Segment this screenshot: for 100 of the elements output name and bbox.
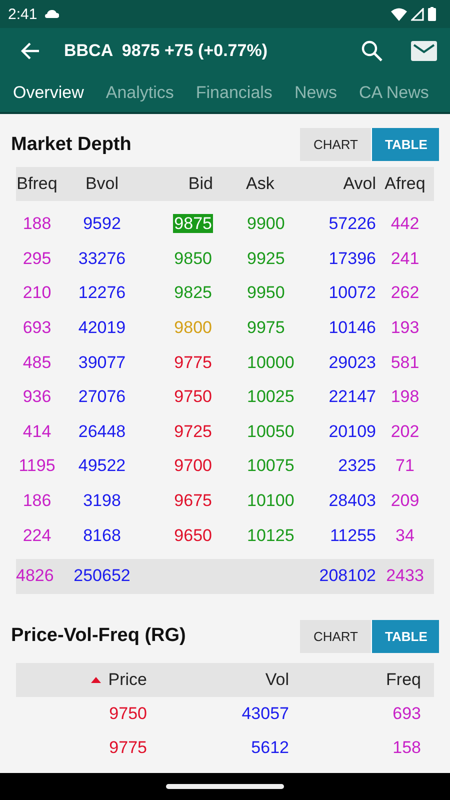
table-cell-text: 20109 — [328, 422, 376, 442]
table-cell: 10075 — [246, 456, 296, 476]
search-icon[interactable] — [361, 40, 383, 62]
table-cell: 9800 — [173, 318, 213, 338]
column-header: Bfreq — [16, 174, 58, 194]
column-header: Ask — [245, 174, 276, 194]
view-toggle-button[interactable]: TABLE — [371, 128, 439, 161]
table-cell-text: 208102 — [318, 566, 376, 586]
table-cell-text: 22147 — [328, 387, 376, 408]
table-cell-text: 485 — [22, 352, 52, 373]
home-handle[interactable] — [166, 784, 284, 789]
table-cell: 9725 — [173, 422, 213, 441]
table-cell-text: 4826 — [16, 566, 55, 586]
table-cell-text: 414 — [22, 422, 52, 442]
column-header[interactable]: Freq — [386, 670, 421, 690]
view-toggle-button[interactable]: TABLE — [371, 620, 439, 653]
table-cell: 9975 — [246, 318, 286, 338]
table-cell-text: 2433 — [385, 566, 425, 586]
table-cell-text: 10146 — [328, 318, 376, 338]
column-header: Bvol — [84, 174, 120, 194]
table-cell: 9875 — [173, 214, 213, 234]
table-cell: 9925 — [246, 248, 286, 268]
column-header: Bid — [187, 174, 213, 194]
table-cell-text: 10072 — [328, 283, 376, 304]
table-cell-text: 29023 — [328, 352, 376, 373]
view-toggle-button[interactable]: CHART — [300, 620, 371, 653]
tab[interactable]: Analytics — [94, 83, 185, 103]
section-title: Market Depth — [11, 134, 132, 156]
table-cell-text: 57226 — [328, 214, 376, 234]
table-cell: 5612 — [251, 738, 289, 758]
table-cell-text: 241 — [390, 248, 420, 269]
table-cell-text: 202 — [390, 422, 420, 442]
table-cell: 693 — [392, 704, 421, 724]
view-toggle-button[interactable]: CHART — [300, 128, 371, 161]
tab[interactable]: CA News — [348, 83, 440, 103]
table-cell: 9900 — [246, 214, 286, 234]
tab[interactable]: Overview — [0, 83, 95, 103]
cloud-icon — [45, 10, 60, 18]
back-arrow-icon[interactable] — [20, 42, 40, 60]
table-cell-text: 9592 — [82, 214, 122, 234]
table-cell-text: 11255 — [328, 526, 376, 546]
table-cell-text: 250652 — [72, 566, 132, 586]
table-cell-text: 27076 — [77, 387, 127, 408]
table-cell-text: 581 — [390, 352, 420, 373]
table-cell: 9850 — [173, 248, 213, 268]
table-cell: 9700 — [173, 456, 213, 476]
mail-icon[interactable] — [411, 41, 437, 61]
table-cell-text: 209 — [390, 491, 420, 512]
column-header[interactable]: Vol — [265, 670, 289, 690]
table-cell-text: 193 — [390, 318, 420, 338]
table-cell-text: 198 — [390, 387, 420, 408]
wifi-icon — [391, 8, 407, 20]
table-cell: 10025 — [246, 387, 296, 406]
tab[interactable]: News — [283, 83, 348, 103]
table-cell-text: 39077 — [77, 352, 127, 373]
clock: 2:41 — [8, 6, 38, 22]
table-cell: 10125 — [246, 526, 296, 545]
table-cell-text: 26448 — [77, 422, 127, 442]
table-cell: 9750 — [173, 387, 213, 406]
table-cell: 9775 — [109, 738, 147, 758]
table-cell-text: 442 — [390, 214, 420, 234]
signal-icon — [411, 8, 424, 20]
table-cell-text: 186 — [22, 491, 52, 512]
table-cell-text: 71 — [394, 456, 416, 476]
table-cell: 10000 — [246, 352, 296, 372]
table-cell: 158 — [392, 738, 421, 758]
stock-title: BBCA 9875 +75 (+0.77%) — [64, 41, 268, 61]
table-cell: 9650 — [173, 526, 213, 545]
table-cell: 9675 — [173, 491, 213, 510]
table-cell-text: 33276 — [77, 248, 127, 269]
table-cell-text: 8168 — [82, 526, 122, 546]
table-cell: 9750 — [109, 704, 147, 724]
table-cell-text: 12276 — [77, 283, 127, 304]
table-cell: 10100 — [246, 491, 296, 510]
column-header: Afreq — [384, 174, 426, 194]
table-cell-text: 693 — [22, 318, 52, 338]
column-header: Avol — [342, 174, 376, 194]
table-cell-text: 3198 — [82, 491, 122, 512]
table-cell-text: 188 — [22, 214, 52, 234]
table-cell: 9825 — [173, 283, 213, 302]
table-cell-text: 17396 — [328, 248, 376, 269]
table-cell: 9775 — [173, 352, 213, 372]
table-cell-text: 49522 — [77, 456, 127, 476]
table-cell: 10050 — [246, 422, 296, 441]
table-cell-text: 34 — [394, 526, 416, 546]
table-cell: 43057 — [242, 704, 289, 724]
column-header[interactable]: Price — [108, 670, 147, 690]
table-cell-text: 42019 — [77, 318, 127, 338]
table-cell-text: 936 — [22, 387, 52, 408]
tab[interactable]: Financials — [184, 83, 284, 103]
table-cell-text: 210 — [22, 283, 52, 304]
table-cell-text: 262 — [390, 283, 420, 304]
table-cell-text: 1195 — [18, 456, 56, 476]
table-cell-text: 295 — [22, 248, 52, 269]
section-title: Price-Vol-Freq (RG) — [11, 625, 186, 648]
table-cell-text: 224 — [22, 526, 52, 546]
battery-icon — [428, 7, 436, 21]
table-cell-text: 28403 — [328, 491, 376, 512]
table-cell: 9950 — [246, 283, 286, 302]
table-cell-text: 2325 — [337, 456, 376, 476]
